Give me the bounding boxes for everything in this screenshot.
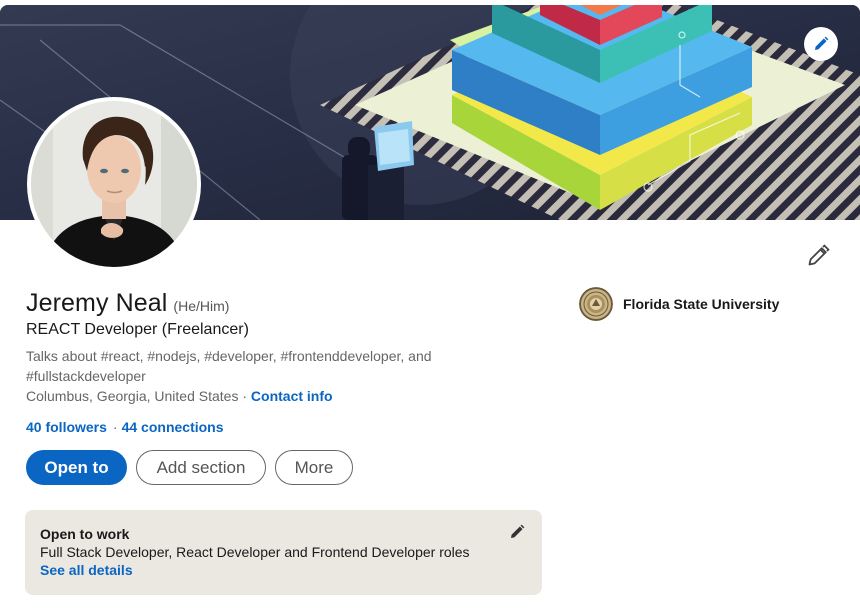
education-link[interactable]: Florida State University [579, 287, 779, 321]
pencil-icon [808, 244, 830, 266]
open-to-work-roles: Full Stack Developer, React Developer an… [40, 544, 470, 560]
location-separator: · [238, 388, 251, 404]
more-button[interactable]: More [275, 450, 353, 485]
pencil-icon[interactable] [508, 523, 528, 543]
contact-info-link[interactable]: Contact info [251, 388, 333, 404]
talks-about: Talks about #react, #nodejs, #developer,… [26, 348, 432, 384]
follow-separator: · [112, 419, 118, 435]
location: Columbus, Georgia, United States [26, 388, 239, 404]
connections-link[interactable]: 44 connections [122, 419, 224, 435]
profile-actions: Open to Add section More [26, 450, 353, 485]
profile-card: Jeremy Neal (He/Him) REACT Developer (Fr… [0, 0, 860, 614]
see-all-details-link[interactable]: See all details [40, 562, 133, 578]
pencil-icon[interactable] [804, 27, 838, 61]
name-row: Jeremy Neal (He/Him) [26, 289, 229, 318]
profile-headline: REACT Developer (Freelancer) [26, 321, 249, 338]
open-to-work-title: Open to work [40, 526, 130, 542]
avatar[interactable] [27, 97, 201, 271]
profile-name: Jeremy Neal [26, 289, 168, 317]
add-section-button[interactable]: Add section [136, 450, 266, 485]
location-row: Columbus, Georgia, United States · Conta… [26, 388, 333, 404]
school-name: Florida State University [623, 296, 780, 312]
network-row: 40 followers · 44 connections [26, 419, 224, 435]
open-to-work-card: Open to work Full Stack Developer, React… [25, 510, 542, 595]
edit-profile-button[interactable] [804, 242, 832, 270]
open-to-button[interactable]: Open to [26, 450, 127, 485]
pronouns: (He/Him) [173, 298, 230, 314]
followers-link[interactable]: 40 followers [26, 419, 107, 435]
school-seal-icon [579, 287, 613, 321]
profile-photo [31, 101, 197, 267]
